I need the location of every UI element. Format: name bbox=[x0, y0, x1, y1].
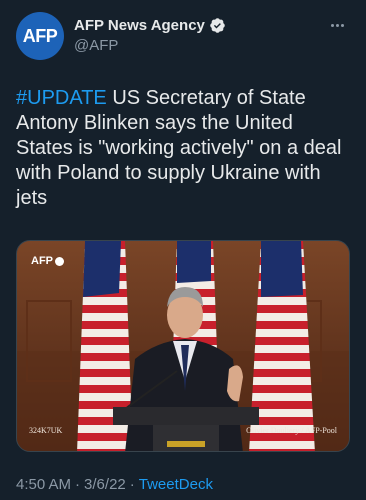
name-row: AFP News Agency bbox=[74, 17, 226, 34]
verified-badge-icon bbox=[210, 18, 225, 33]
watermark-dot bbox=[55, 256, 64, 266]
photo-scene bbox=[17, 241, 349, 451]
tweet-text: #UPDATE US Secretary of State Antony Bli… bbox=[16, 86, 350, 211]
handle[interactable]: @AFP bbox=[74, 37, 118, 54]
tweet-time[interactable]: 4:50 AM bbox=[16, 476, 71, 493]
more-horizontal-icon bbox=[330, 23, 344, 27]
avatar-logo-text: AFP bbox=[22, 25, 58, 46]
photo-watermark-logo: AFP bbox=[31, 255, 64, 267]
hashtag-link[interactable]: #UPDATE bbox=[16, 87, 107, 109]
tweet-photo[interactable]: AFP 324K7UK Olivier Douliery / AFP-Pool bbox=[16, 240, 350, 452]
tweet-meta: 4:50 AM · 3/6/22 · TweetDeck bbox=[16, 476, 213, 493]
meta-separator: · bbox=[75, 476, 81, 493]
more-options-button[interactable] bbox=[326, 14, 348, 36]
tweet-source-link[interactable]: TweetDeck bbox=[139, 476, 213, 493]
meta-separator-2: · bbox=[129, 476, 135, 493]
tweet-header: AFP AFP News Agency @AFP bbox=[16, 12, 350, 64]
display-name[interactable]: AFP News Agency bbox=[74, 17, 205, 34]
photo-id: 324K7UK bbox=[29, 426, 63, 435]
avatar[interactable]: AFP bbox=[16, 12, 64, 60]
photo-credit: Olivier Douliery / AFP-Pool bbox=[246, 426, 337, 435]
tweet-date[interactable]: 3/6/22 bbox=[84, 476, 126, 493]
watermark-text: AFP bbox=[31, 255, 53, 267]
